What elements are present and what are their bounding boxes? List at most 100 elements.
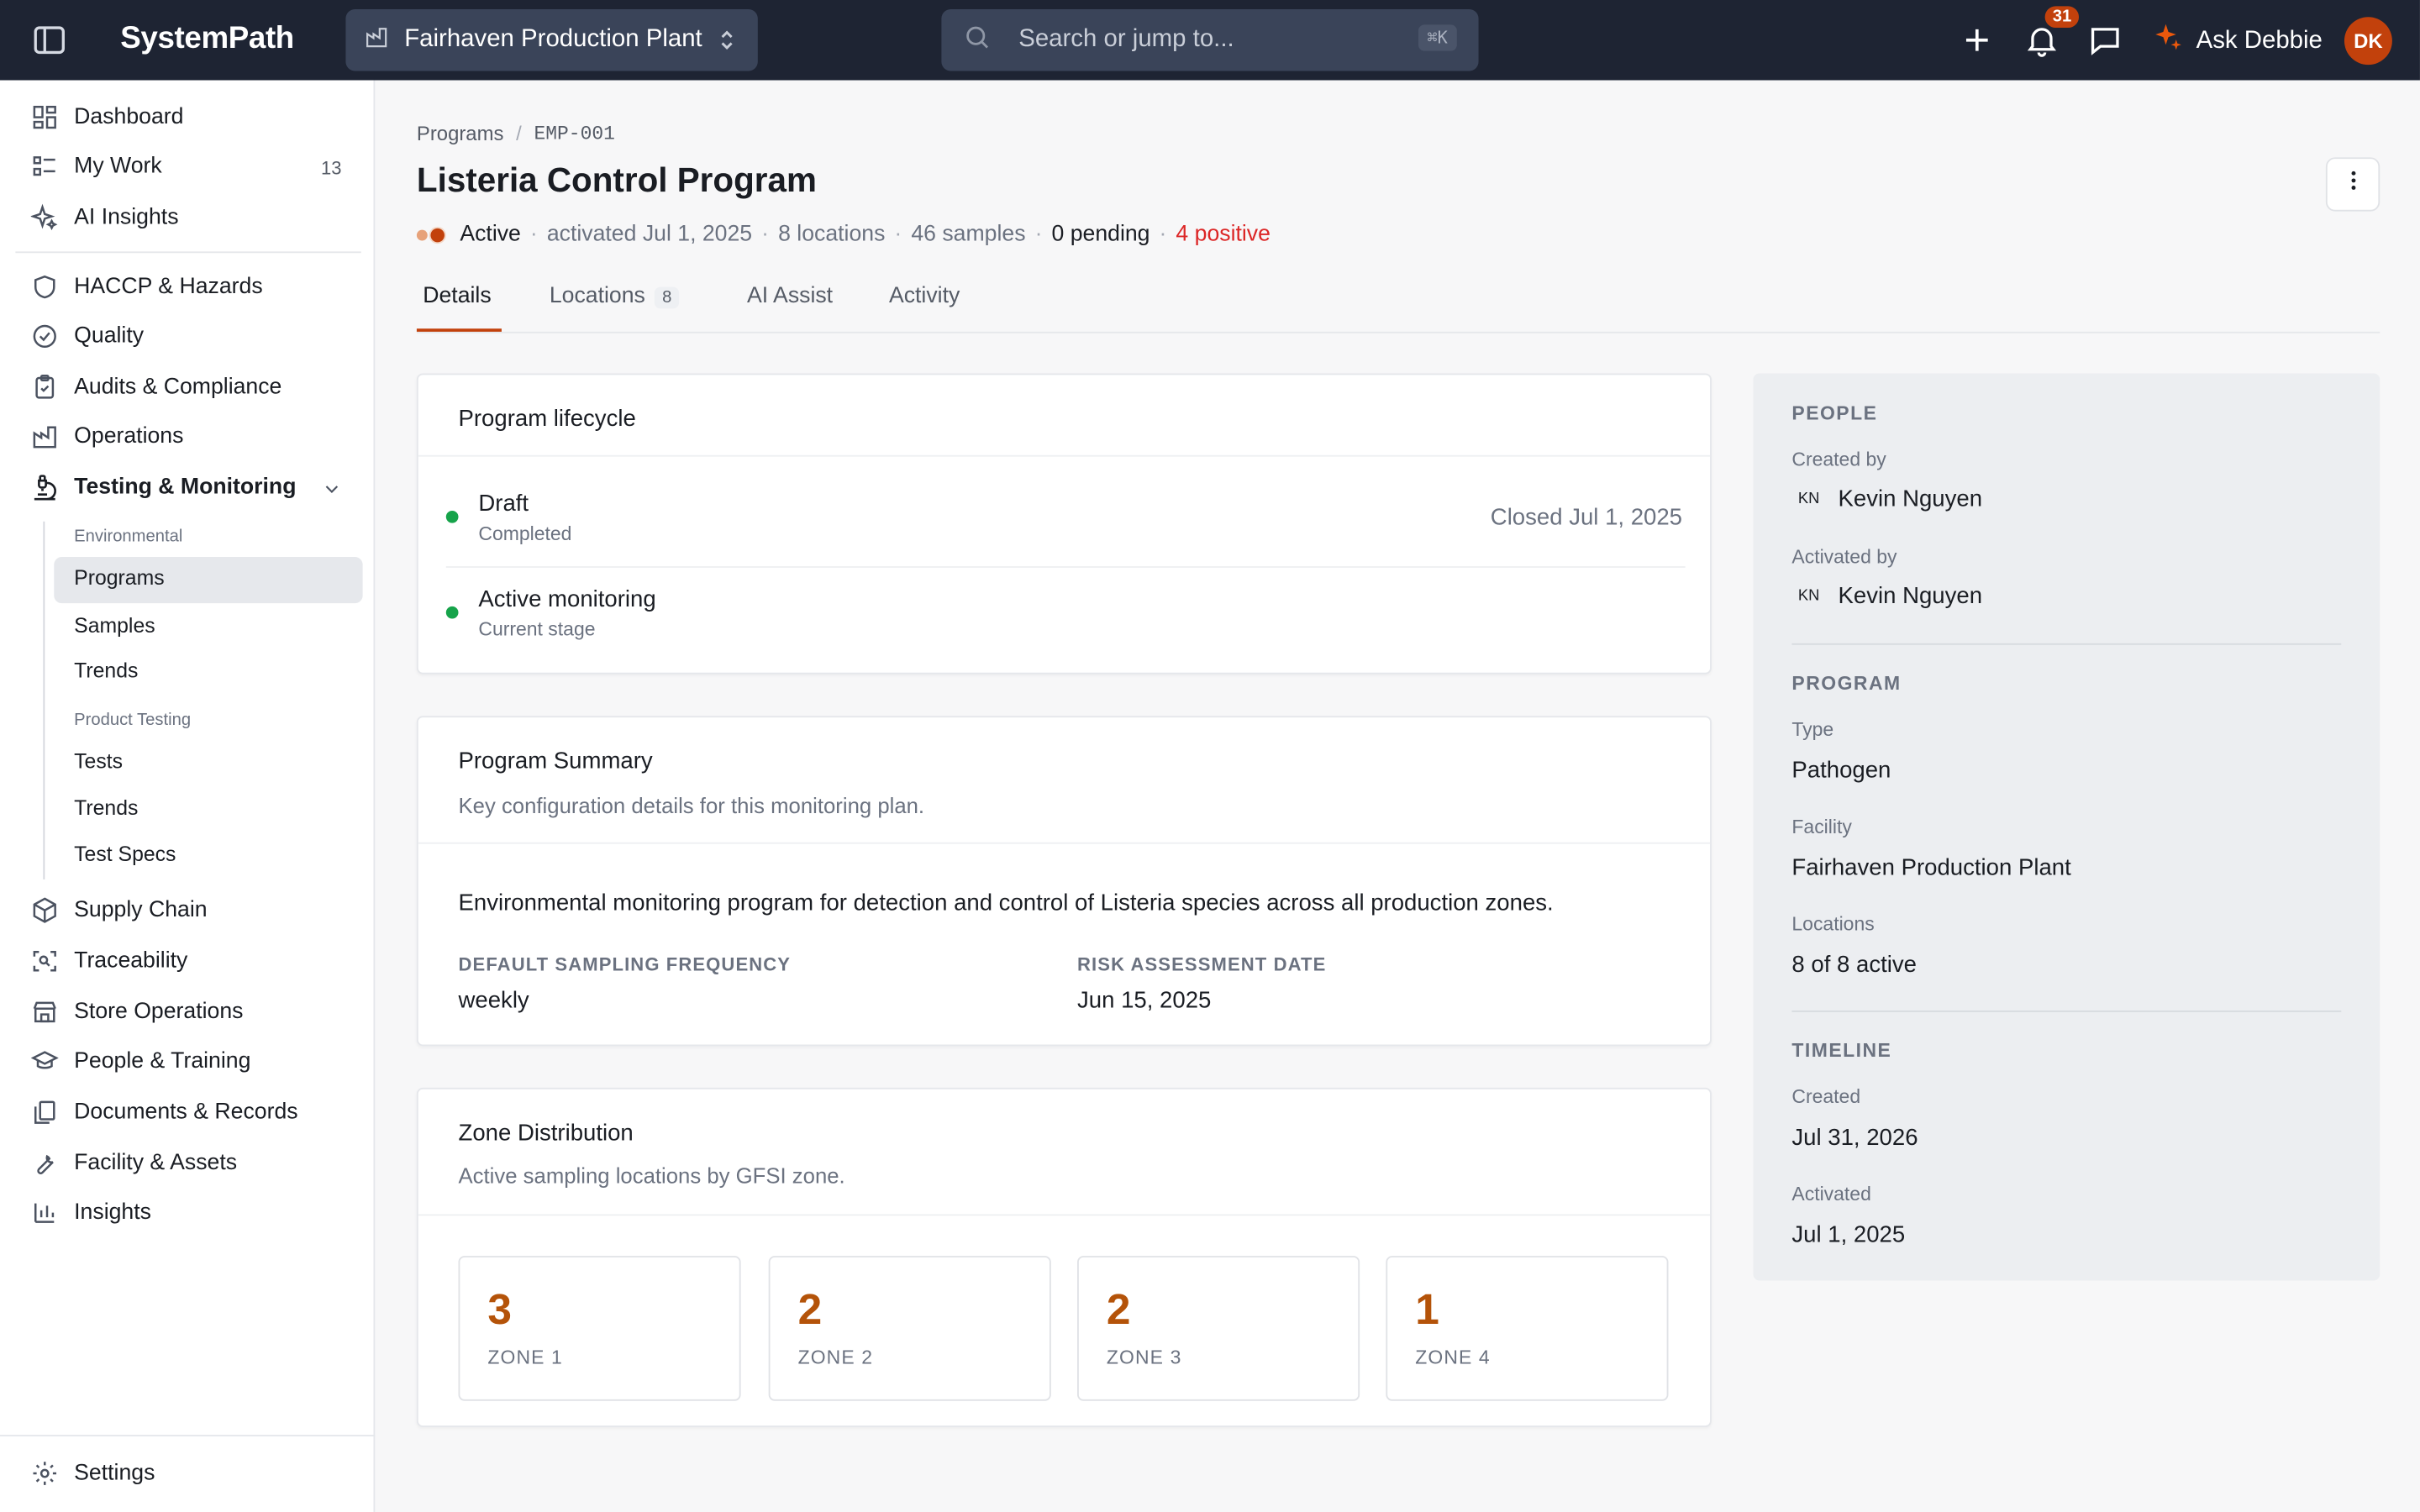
tab-label: Locations <box>549 283 645 309</box>
sidebar-item-documents-records[interactable]: Documents & Records <box>31 1092 298 1132</box>
sidebar-divider <box>0 1435 376 1436</box>
sidebar-item-label: Supply Chain <box>74 897 208 923</box>
sparkle-icon <box>30 203 59 231</box>
tab-details[interactable]: Details <box>423 284 491 308</box>
more-actions-button[interactable] <box>2325 157 2381 212</box>
sidebar-item-people-training[interactable]: People & Training <box>30 1042 250 1082</box>
sparkle-icon <box>2153 22 2184 60</box>
zone-distribution-subtitle: Active sampling locations by GFSI zone. <box>458 1163 845 1189</box>
bar-chart-icon <box>31 1199 59 1226</box>
sidebar-item-dashboard[interactable]: Dashboard <box>31 97 184 138</box>
user-avatar[interactable]: DK <box>2344 17 2392 66</box>
plus-icon[interactable] <box>1959 22 1996 59</box>
avatar: KN <box>1797 587 1820 605</box>
factory-icon <box>364 24 388 56</box>
activated-value: Jul 1, 2025 <box>1791 1221 1906 1248</box>
sidebar-item-supply-chain[interactable]: Supply Chain <box>31 890 208 931</box>
store-icon <box>31 998 59 1026</box>
sidebar-item-store-operations[interactable]: Store Operations <box>31 992 244 1032</box>
sidebar-item-product-trends[interactable]: Trends <box>74 796 138 820</box>
zone-count: 2 <box>797 1284 823 1333</box>
people-heading: PEOPLE <box>1791 402 1878 425</box>
submenu-heading-environmental: Environmental <box>74 528 183 547</box>
brand-logo[interactable]: SystemPath <box>120 22 294 57</box>
status-label: Active <box>460 222 521 247</box>
sidebar-item-traceability[interactable]: Traceability <box>31 941 188 981</box>
summary-subtitle: Key configuration details for this monit… <box>458 793 925 818</box>
created-by-person[interactable]: KN Kevin Nguyen <box>1791 486 1982 512</box>
sidebar-item-quality[interactable]: Quality <box>31 317 144 357</box>
sidebar-item-label: Settings <box>74 1461 155 1486</box>
sidebar-item-facility-assets[interactable]: Facility & Assets <box>31 1143 237 1184</box>
tab-activity[interactable]: Activity <box>889 284 960 308</box>
zone-label: ZONE 2 <box>797 1347 874 1369</box>
sidebar-item-ai-insights[interactable]: AI Insights <box>30 197 179 238</box>
sidebar-item-settings[interactable]: Settings <box>31 1453 155 1494</box>
sidebar-item-tests[interactable]: Tests <box>74 750 123 774</box>
search-icon <box>963 23 991 58</box>
graduation-cap-icon <box>30 1047 59 1075</box>
sidebar-item-label: Documents & Records <box>74 1100 298 1125</box>
sidebar-item-test-specs[interactable]: Test Specs <box>74 843 176 866</box>
zone-tile[interactable]: 2 ZONE 2 <box>768 1256 1051 1401</box>
sidebar-item-samples[interactable]: Samples <box>74 614 155 638</box>
gear-icon <box>31 1460 59 1488</box>
ask-debbie-button[interactable]: Ask Debbie <box>2153 22 2323 60</box>
stage-closed-date: Closed Jul 1, 2025 <box>1490 504 1683 531</box>
sidebar-divider <box>15 251 361 254</box>
sidebar-item-label: HACCP & Hazards <box>74 274 263 300</box>
sidebar-item-label: Store Operations <box>74 1000 244 1025</box>
breadcrumb-programs-link[interactable]: Programs <box>417 122 504 145</box>
locations-value: 8 of 8 active <box>1791 952 1917 979</box>
notification-badge: 31 <box>2044 6 2080 29</box>
check-circle-icon <box>31 323 59 350</box>
type-value: Pathogen <box>1791 757 1891 785</box>
kebab-menu-icon <box>2340 168 2365 201</box>
created-by-label: Created by <box>1791 449 1886 471</box>
breadcrumb-separator: / <box>516 122 522 145</box>
sidebar-item-haccp[interactable]: HACCP & Hazards <box>31 267 263 307</box>
stage-current-dot <box>445 606 459 619</box>
tab-locations[interactable]: Locations 8 <box>549 283 680 309</box>
activated-by-person[interactable]: KN Kevin Nguyen <box>1791 583 1982 609</box>
breadcrumb-code: EMP-001 <box>534 123 615 144</box>
person-name: Kevin Nguyen <box>1838 486 1983 512</box>
facility-label: Facility <box>1791 816 1852 838</box>
samples-count: 46 samples <box>911 222 1026 247</box>
sidebar-toggle-icon[interactable] <box>31 22 68 59</box>
active-tab-indicator <box>416 328 502 332</box>
tab-badge: 8 <box>654 286 680 309</box>
sidebar-item-audits[interactable]: Audits & Compliance <box>31 367 282 407</box>
sidebar-item-operations[interactable]: Operations <box>31 417 184 457</box>
zone-tile[interactable]: 2 ZONE 3 <box>1077 1256 1360 1401</box>
tab-ai-assist[interactable]: AI Assist <box>747 284 833 308</box>
wrench-icon <box>31 1149 59 1177</box>
list-icon <box>31 153 59 181</box>
chat-icon[interactable] <box>2086 22 2123 59</box>
facility-value: Fairhaven Production Plant <box>1791 854 2071 881</box>
zone-label: ZONE 4 <box>1415 1347 1491 1369</box>
sidebar-item-env-trends[interactable]: Trends <box>74 659 138 682</box>
sidebar-item-insights[interactable]: Insights <box>31 1193 151 1233</box>
pending-count: 0 pending <box>1051 222 1150 247</box>
submenu-guide-line <box>43 521 45 879</box>
sidebar-item-programs[interactable]: Programs <box>74 566 164 590</box>
breadcrumb: Programs / EMP-001 <box>417 122 615 145</box>
sidebar-item-testing-monitoring[interactable]: Testing & Monitoring <box>31 468 296 508</box>
chevron-down-icon[interactable] <box>321 478 343 507</box>
global-search[interactable]: ⌘K <box>941 9 1479 71</box>
positive-count: 4 positive <box>1176 222 1270 247</box>
zone-distribution-card: Zone Distribution Active sampling locati… <box>416 1087 1712 1427</box>
zone-tile[interactable]: 1 ZONE 4 <box>1386 1256 1669 1401</box>
status-dot-icon <box>416 228 428 240</box>
sidebar-item-label: Audits & Compliance <box>74 375 282 400</box>
created-label: Created <box>1791 1086 1861 1108</box>
sidebar-item-label: My Work <box>74 154 162 180</box>
details-sidebar: PEOPLE Created by KN Kevin Nguyen Activa… <box>1753 373 2381 1281</box>
plant-selector[interactable]: Fairhaven Production Plant <box>345 9 758 71</box>
risk-assessment-value: Jun 15, 2025 <box>1077 987 1212 1014</box>
sidebar-item-my-work[interactable]: My Work <box>31 146 162 186</box>
search-input[interactable] <box>1018 26 1390 55</box>
zone-tile[interactable]: 3 ZONE 1 <box>458 1256 741 1401</box>
person-name: Kevin Nguyen <box>1838 583 1983 610</box>
